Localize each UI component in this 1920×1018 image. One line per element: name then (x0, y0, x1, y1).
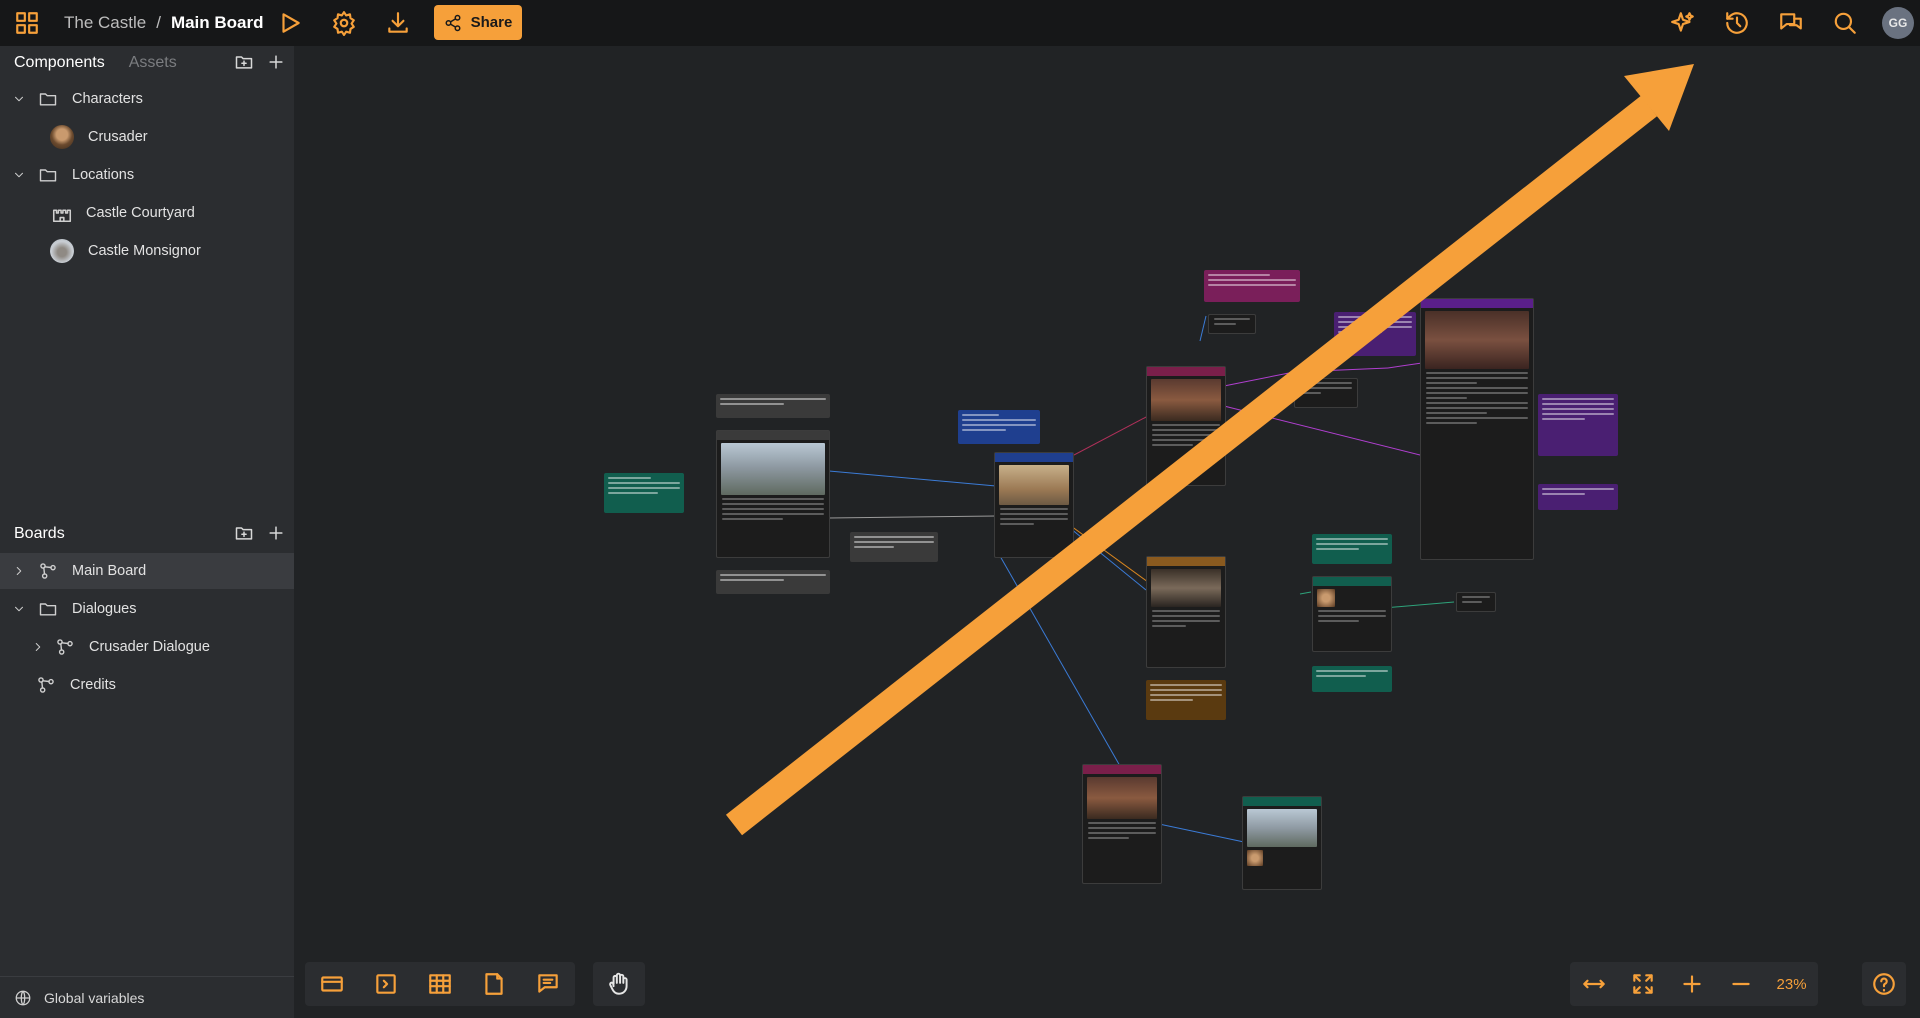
hand-icon (609, 972, 628, 995)
boards-title: Boards (14, 525, 65, 542)
tree-item-castle-courtyard[interactable]: Castle Courtyard (0, 195, 294, 231)
fit-screen-icon[interactable] (1630, 971, 1656, 997)
castle-monsignor-thumbnail (50, 239, 74, 263)
left-sidebar: Components Assets Characters Crusader Lo… (0, 46, 294, 1018)
boards-panel-header: Boards (0, 517, 294, 551)
global-variables-label: Global variables (44, 989, 145, 1006)
zoom-out-icon[interactable] (1728, 971, 1754, 997)
tree-item-castle-monsignor[interactable]: Castle Monsignor (0, 233, 294, 269)
folder-icon (39, 93, 57, 106)
help-button[interactable] (1862, 962, 1906, 1006)
board-graph-icon (40, 563, 56, 579)
settings-gear-icon[interactable] (331, 10, 357, 36)
globe-icon (15, 990, 31, 1005)
history-icon[interactable] (1724, 10, 1750, 36)
tree-label: Locations (72, 167, 135, 183)
jumper-tool-icon[interactable] (373, 971, 399, 997)
breadcrumb: The Castle / Main Board (64, 13, 264, 33)
card-tool-icon[interactable] (319, 971, 345, 997)
chevron-down-icon[interactable] (12, 602, 26, 616)
castle-icon (52, 209, 72, 223)
help-icon (1871, 971, 1897, 997)
comment-tool-icon[interactable] (535, 971, 561, 997)
zoom-level[interactable]: 23% (1777, 976, 1807, 993)
chevron-right-icon[interactable] (31, 640, 45, 654)
chevron-down-icon[interactable] (12, 168, 26, 182)
board-item-credits[interactable]: Credits (0, 667, 294, 703)
tree-folder-locations[interactable]: Locations (0, 157, 294, 193)
share-button[interactable]: Share (434, 5, 522, 40)
board-item-main-board[interactable]: Main Board (0, 553, 294, 589)
tree-label: Castle Monsignor (88, 243, 201, 259)
element-toolbar (305, 962, 575, 1006)
download-icon[interactable] (385, 10, 411, 36)
search-icon[interactable] (1832, 10, 1858, 36)
board-canvas[interactable] (294, 46, 1920, 1018)
new-folder-icon[interactable] (234, 52, 254, 72)
tree-label: Crusader (88, 129, 148, 145)
components-panel-header: Components Assets (0, 46, 294, 80)
tree-label: Dialogues (72, 601, 137, 617)
tree-label: Castle Courtyard (86, 205, 195, 221)
zoom-in-icon[interactable] (1679, 971, 1705, 997)
apps-grid-icon[interactable] (14, 10, 40, 36)
chevron-down-icon[interactable] (12, 92, 26, 106)
project-name-link[interactable]: The Castle (64, 13, 146, 33)
play-icon[interactable] (277, 10, 303, 36)
ai-sparkle-icon[interactable] (1670, 10, 1696, 36)
board-graph-icon (38, 677, 54, 693)
folder-icon (39, 603, 57, 616)
tree-label: Crusader Dialogue (89, 639, 210, 655)
tree-folder-characters[interactable]: Characters (0, 81, 294, 117)
breadcrumb-separator: / (156, 13, 161, 32)
top-bar: The Castle / Main Board Share GG (0, 0, 1920, 46)
chevron-right-icon[interactable] (12, 564, 26, 578)
add-icon[interactable] (266, 523, 286, 543)
fit-width-icon[interactable] (1581, 971, 1607, 997)
add-icon[interactable] (266, 52, 286, 72)
new-folder-icon[interactable] (234, 523, 254, 543)
zoom-toolbar: 23% (1570, 962, 1818, 1006)
tree-label: Main Board (72, 563, 147, 579)
tab-assets[interactable]: Assets (129, 54, 177, 72)
board-graph-icon (57, 639, 73, 655)
user-avatar[interactable]: GG (1882, 7, 1914, 39)
tab-components[interactable]: Components (14, 54, 105, 72)
tree-label: Characters (72, 91, 143, 107)
annotation-arrow (725, 64, 1694, 836)
board-name: Main Board (170, 13, 264, 32)
crusader-avatar (50, 125, 74, 149)
pan-hand-tool[interactable] (593, 962, 645, 1006)
tree-item-crusader[interactable]: Crusader (0, 119, 294, 155)
share-label: Share (470, 14, 513, 31)
folder-icon (39, 169, 57, 182)
tree-label: Credits (70, 677, 116, 693)
comments-icon[interactable] (1778, 10, 1804, 36)
share-icon (445, 14, 461, 31)
board-item-crusader-dialogue[interactable]: Crusader Dialogue (0, 629, 294, 665)
global-variables-button[interactable]: Global variables (0, 976, 294, 1018)
table-tool-icon[interactable] (427, 971, 453, 997)
note-tool-icon[interactable] (481, 971, 507, 997)
board-folder-dialogues[interactable]: Dialogues (0, 591, 294, 627)
